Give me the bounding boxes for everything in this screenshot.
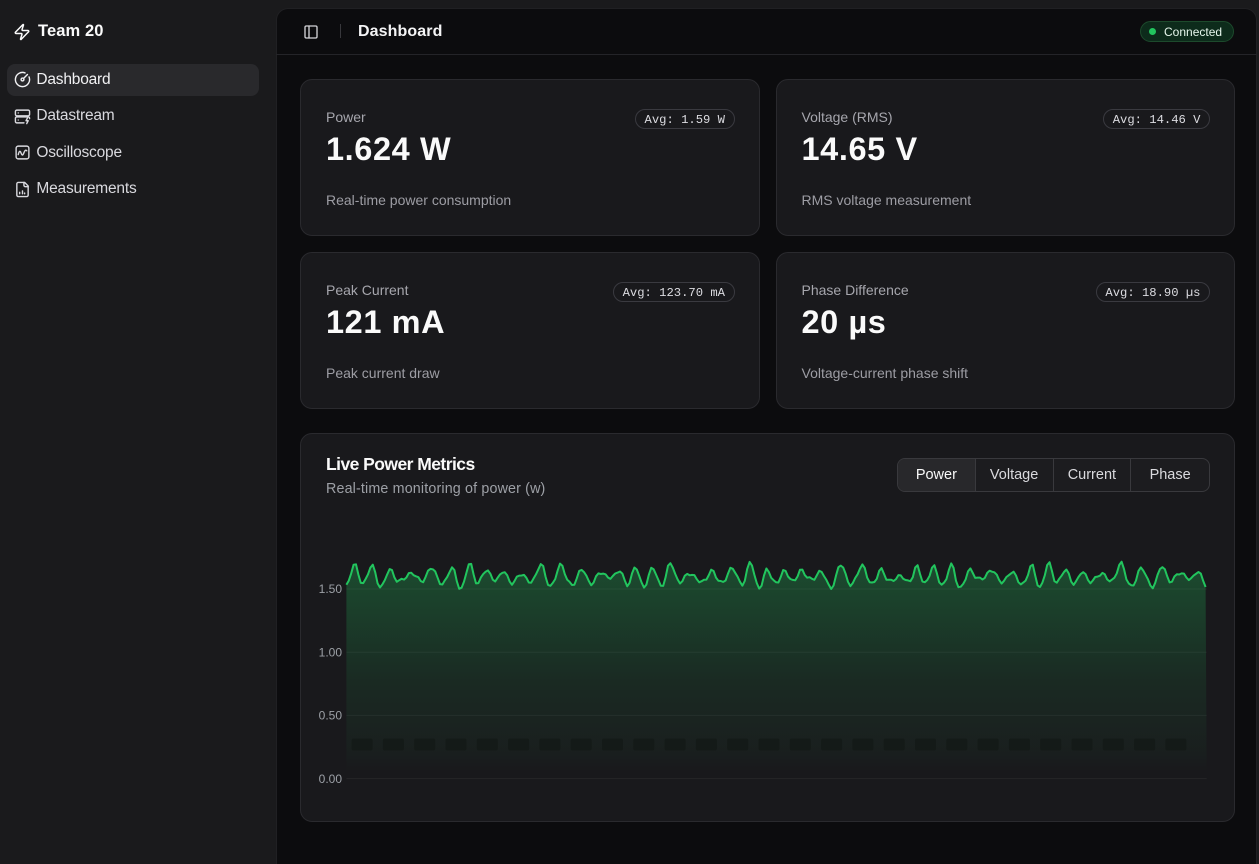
svg-text:0.50: 0.50: [319, 709, 343, 723]
svg-text:1.00: 1.00: [319, 645, 343, 659]
svg-text:0.00: 0.00: [319, 772, 343, 786]
svg-text:1.50: 1.50: [319, 582, 343, 596]
